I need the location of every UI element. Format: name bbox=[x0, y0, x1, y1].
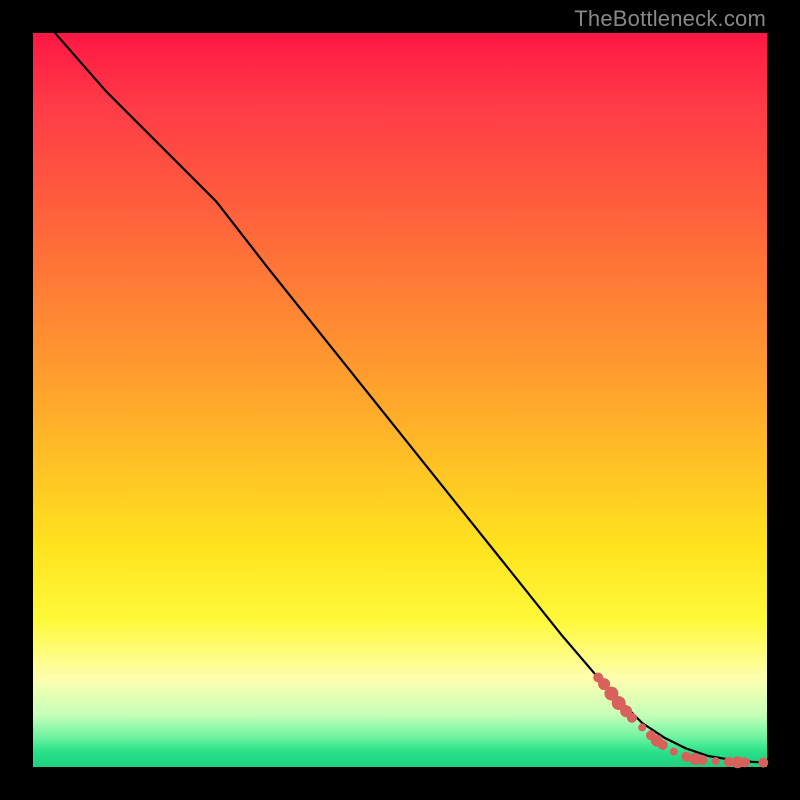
chart-svg bbox=[33, 33, 767, 767]
data-marker bbox=[758, 758, 768, 768]
data-marker bbox=[627, 713, 637, 723]
marker-group bbox=[593, 673, 768, 769]
data-marker bbox=[670, 748, 678, 756]
chart-frame: TheBottleneck.com bbox=[0, 0, 800, 800]
data-marker bbox=[638, 723, 646, 731]
data-marker bbox=[712, 757, 720, 765]
attribution-text: TheBottleneck.com bbox=[574, 6, 766, 32]
curve-line bbox=[55, 33, 767, 763]
data-marker bbox=[740, 757, 750, 767]
data-marker bbox=[697, 755, 707, 765]
data-marker bbox=[658, 740, 668, 750]
